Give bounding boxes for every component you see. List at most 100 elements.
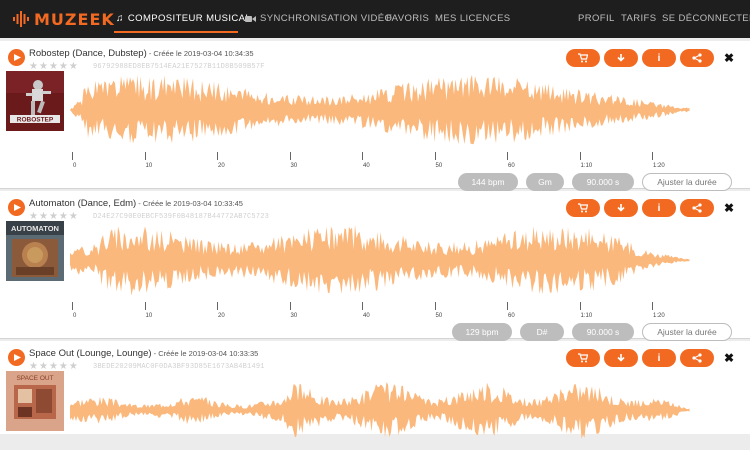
timeline-tick [217,302,218,310]
share-icon [692,203,702,213]
track-created-date: - Créée le 2019-03-04 10:33:35 [151,349,259,358]
timeline-label: 30 [290,313,298,319]
add-to-cart-button[interactable] [566,199,600,217]
timeline-label: 40 [363,313,370,319]
timeline-ruler[interactable]: 0 10 20 30 40 50 60 1:10 1:20 [70,152,690,172]
waveform-shape [70,74,690,145]
nav-profil[interactable]: PROFIL [578,13,615,24]
track-cover-image: SPACE OUT [6,371,64,431]
nav-compositeur-musical[interactable]: ♫ COMPOSITEUR MUSICAL [116,13,251,24]
key-badge: D# [520,323,564,341]
timeline-label: 0 [73,163,77,169]
audio-waveform[interactable] [70,70,745,150]
timeline-label: 30 [290,163,298,169]
play-icon [13,54,21,61]
timeline-tick [144,302,146,310]
play-icon [13,204,21,211]
nav-mes-licences[interactable]: MES LICENCES [435,13,511,24]
play-button[interactable] [8,49,25,66]
nav-favoris[interactable]: FAVORIS [386,13,429,24]
nav-se-deconnecter[interactable]: SE DÉCONNECTER [662,13,750,24]
timeline-tick [144,152,146,160]
sound-wave-logo-icon [13,11,29,27]
cart-icon [578,53,588,63]
add-to-cart-button[interactable] [566,49,600,67]
add-to-cart-button[interactable] [566,349,600,367]
track-actions: i [562,199,714,217]
timeline-tick [72,302,73,310]
info-icon: i [657,202,661,214]
timeline-label: 1:10 [580,163,593,169]
music-note-icon: ♫ [116,13,124,24]
nav-synchronisation-video[interactable]: SYNCHRONISATION VIDÉO [245,13,392,24]
timeline-tick [289,302,291,310]
track-card: Robostep (Dance, Dubstep) - Créée le 201… [0,41,750,191]
info-button[interactable]: i [642,49,676,67]
track-cover-image: ROBOSTEP [6,71,64,131]
timeline-label: 50 [435,163,443,169]
timeline-ruler[interactable]: 0 10 20 30 40 50 60 1:10 1:20 [70,302,690,322]
close-icon[interactable]: ✖ [724,201,734,215]
close-icon[interactable]: ✖ [724,351,734,365]
track-cover-image: AUTOMATON [6,221,64,281]
timeline-label: 60 [508,313,515,319]
cart-icon [578,203,588,213]
track-title: Robostep (Dance, Dubstep) - Créée le 201… [29,48,254,59]
muzeek-logo[interactable]: MUZEEK [12,9,115,29]
close-icon[interactable]: ✖ [724,51,734,65]
nav-label: PROFIL [578,13,615,24]
nav-label: COMPOSITEUR MUSICAL [127,13,252,24]
video-camera-icon [245,15,256,22]
track-actions: i [562,349,714,367]
nav-label: TARIFS [621,13,657,24]
track-name: Automaton (Dance, Edm) [29,198,137,209]
info-button[interactable]: i [642,199,676,217]
timeline-tick [579,302,581,310]
timeline-label: 1:10 [580,313,593,319]
cart-icon [578,353,588,363]
timeline-tick [362,302,363,310]
timeline-tick [507,152,508,160]
timeline-label: 40 [363,163,370,169]
track-title: Automaton (Dance, Edm) - Créée le 2019-0… [29,198,243,209]
track-created-date: - Créée le 2019-03-04 10:33:45 [136,199,243,208]
info-button[interactable]: i [642,349,676,367]
active-tab-underline [114,31,238,33]
track-name: Space Out (Lounge, Lounge) [29,348,152,359]
track-card: Automaton (Dance, Edm) - Créée le 2019-0… [0,191,750,341]
cover-text: ROBOSTEP [17,117,54,124]
download-button[interactable] [604,349,638,367]
timeline-tick [579,152,581,160]
adjust-duration-button[interactable]: Ajuster la durée [642,323,732,341]
track-info-chips: 129 bpm D# 90.000 s Ajuster la durée [444,323,732,341]
share-button[interactable] [680,349,714,367]
share-button[interactable] [680,49,714,67]
timeline-tick [434,302,436,310]
download-button[interactable] [604,49,638,67]
cover-text: SPACE OUT [16,375,53,382]
audio-waveform[interactable] [70,220,745,300]
logo-text: MUZEEK [34,9,115,29]
timeline-label: 10 [145,163,153,169]
share-icon [692,53,702,63]
nav-label: SYNCHRONISATION VIDÉO [260,13,393,24]
download-icon [617,354,625,362]
download-button[interactable] [604,199,638,217]
track-card: Space Out (Lounge, Lounge) - Créée le 20… [0,341,750,439]
audio-waveform[interactable] [70,370,745,450]
share-button[interactable] [680,199,714,217]
timeline-tick [652,302,653,310]
bpm-badge: 129 bpm [452,323,512,341]
timeline-tick [652,152,653,160]
timeline-label: 50 [435,313,443,319]
play-button[interactable] [8,349,25,366]
top-navbar: MUZEEK ♫ COMPOSITEUR MUSICAL SYNCHRONISA… [0,0,750,38]
track-name: Robostep (Dance, Dubstep) [29,48,147,59]
download-icon [617,54,625,62]
timeline-label: 20 [218,313,225,319]
adjust-duration-button[interactable]: Ajuster la durée [642,173,732,191]
nav-tarifs[interactable]: TARIFS [621,13,656,24]
play-button[interactable] [8,199,25,216]
cover-text: AUTOMATON [11,224,59,233]
timeline-tick [217,152,218,160]
